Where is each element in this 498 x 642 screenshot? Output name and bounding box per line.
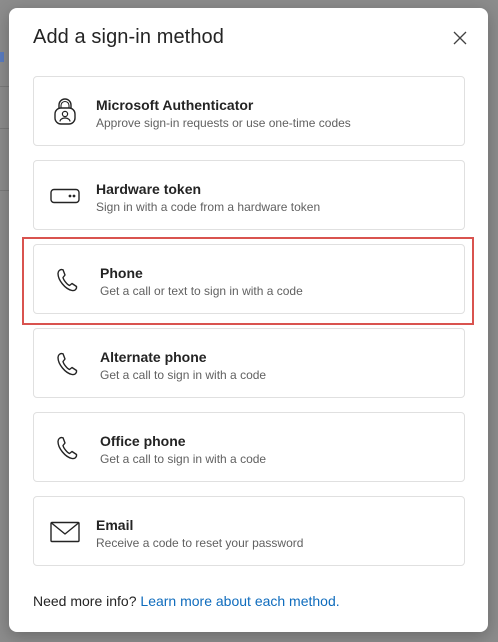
footer-prompt: Need more info?: [33, 593, 137, 609]
method-description: Get a call to sign in with a code: [100, 452, 267, 466]
sign-in-method-list: Microsoft Authenticator Approve sign-in …: [33, 76, 465, 580]
phone-icon: [52, 349, 82, 379]
method-description: Sign in with a code from a hardware toke…: [96, 200, 321, 214]
close-button[interactable]: [450, 28, 470, 48]
close-icon: [453, 31, 467, 45]
method-title: Email: [96, 517, 134, 533]
dialog-title: Add a sign-in method: [33, 26, 225, 48]
phone-icon: [52, 433, 82, 463]
mail-icon: [50, 517, 80, 547]
hardware-token-icon: [50, 181, 80, 211]
method-description: Receive a code to reset your password: [96, 536, 304, 550]
dialog-footer: Need more info? Learn more about each me…: [33, 593, 340, 609]
learn-more-link[interactable]: Learn more about each method.: [140, 593, 339, 609]
method-description: Get a call or text to sign in with a cod…: [100, 284, 303, 298]
method-description: Get a call to sign in with a code: [100, 368, 267, 382]
method-option-authenticator[interactable]: Microsoft Authenticator Approve sign-in …: [33, 76, 465, 146]
add-sign-in-method-dialog: Add a sign-in method Microsoft Authentic…: [9, 8, 488, 632]
method-option-email[interactable]: Email Receive a code to reset your passw…: [33, 496, 465, 566]
method-option-hardware-token[interactable]: Hardware token Sign in with a code from …: [33, 160, 465, 230]
method-title: Microsoft Authenticator: [96, 97, 254, 113]
method-title: Alternate phone: [100, 349, 207, 365]
method-title: Phone: [100, 265, 143, 281]
method-description: Approve sign-in requests or use one-time…: [96, 116, 351, 130]
method-title: Hardware token: [96, 181, 202, 197]
authenticator-lock-icon: [50, 97, 80, 127]
method-option-alternate-phone[interactable]: Alternate phone Get a call to sign in wi…: [33, 328, 465, 398]
phone-icon: [52, 265, 82, 295]
method-title: Office phone: [100, 433, 186, 449]
method-option-office-phone[interactable]: Office phone Get a call to sign in with …: [33, 412, 465, 482]
method-option-phone[interactable]: Phone Get a call or text to sign in with…: [33, 244, 465, 314]
background-link-fragment: [0, 52, 4, 62]
